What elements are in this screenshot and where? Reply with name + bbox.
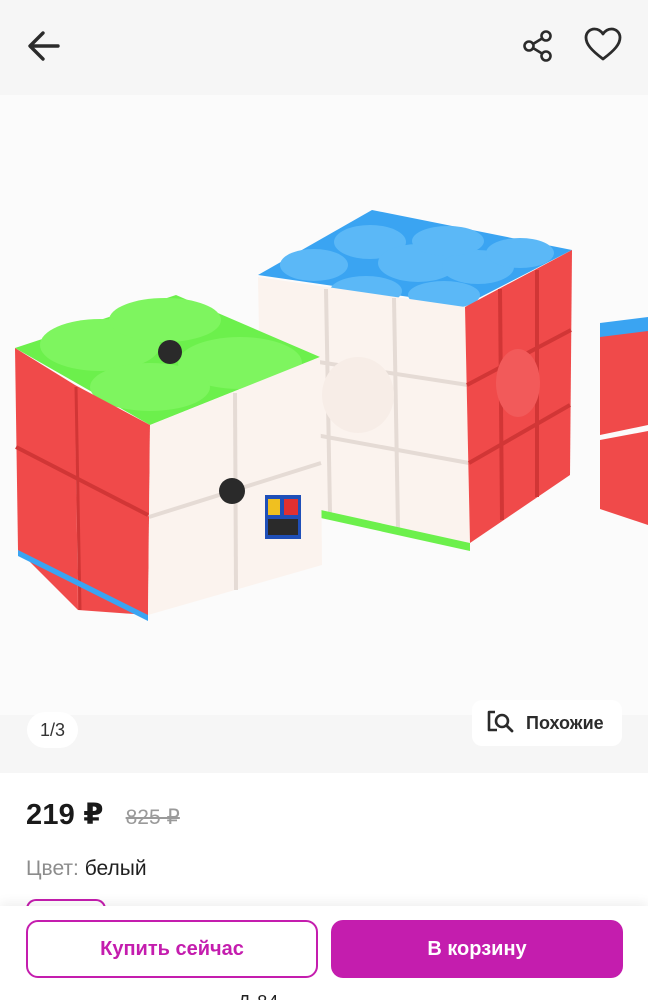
third-cube-partial bbox=[600, 317, 648, 525]
brand-logo bbox=[265, 495, 301, 539]
bottom-action-bar: Купить сейчас В корзину Д 84 bbox=[0, 906, 648, 1000]
share-button[interactable] bbox=[512, 22, 564, 74]
arrow-left-icon bbox=[24, 26, 64, 71]
product-info: 219 ₽ 825 ₽ Цвет: белый bbox=[0, 773, 648, 919]
share-icon bbox=[520, 28, 556, 69]
similar-label: Похожие bbox=[526, 712, 604, 733]
image-counter: 1/3 bbox=[27, 712, 79, 748]
color-label: Цвет: bbox=[26, 857, 79, 880]
image-search-icon bbox=[486, 708, 514, 739]
cube-2x2 bbox=[15, 295, 322, 621]
color-row: Цвет: белый bbox=[26, 857, 147, 881]
back-button[interactable] bbox=[18, 22, 70, 74]
heart-icon bbox=[583, 25, 623, 70]
similar-button[interactable]: Похожие bbox=[472, 700, 622, 746]
favorite-button[interactable] bbox=[576, 20, 630, 74]
old-price: 825 ₽ bbox=[125, 806, 180, 829]
cut-off-text: Д 84 bbox=[238, 992, 279, 1000]
buy-now-button[interactable]: Купить сейчас bbox=[26, 920, 318, 978]
color-value: белый bbox=[84, 857, 147, 880]
product-gallery[interactable]: 1/3 Похожие bbox=[0, 0, 648, 773]
add-to-cart-button[interactable]: В корзину bbox=[331, 920, 623, 978]
price-row: 219 ₽ 825 ₽ bbox=[26, 797, 180, 832]
top-bar bbox=[0, 0, 648, 96]
product-image[interactable] bbox=[0, 95, 648, 715]
current-price: 219 ₽ bbox=[26, 799, 104, 831]
